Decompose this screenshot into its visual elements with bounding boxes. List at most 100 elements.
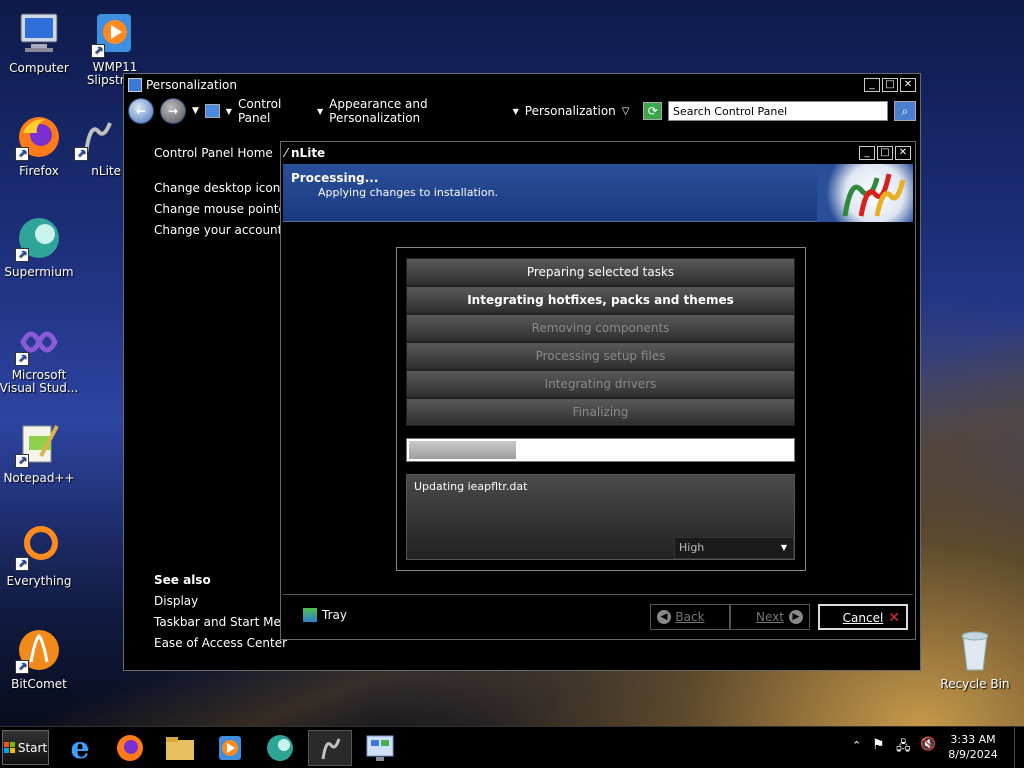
search-icon[interactable]: ⌕: [894, 101, 916, 121]
address-bar: ← → ▼ ▼ Control Panel ▼ Appearance and P…: [124, 96, 920, 126]
show-desktop-button[interactable]: [1014, 727, 1024, 768]
next-label: Next: [756, 610, 784, 624]
close-button[interactable]: ✕: [895, 146, 911, 160]
header-subtitle: Applying changes to installation.: [318, 186, 499, 199]
priority-select[interactable]: High ▼: [674, 537, 794, 559]
see-also-taskbar-link[interactable]: Taskbar and Start Menu: [154, 615, 296, 629]
taskbar-internet-explorer[interactable]: e: [58, 730, 102, 766]
next-arrow-icon: ▶: [789, 610, 803, 624]
control-panel-home-link[interactable]: Control Panel Home: [154, 146, 273, 160]
action-center-flag-icon[interactable]: ⚑: [872, 737, 885, 753]
taskbar-nlite[interactable]: [308, 730, 352, 766]
shortcut-arrow-icon: ↗: [91, 44, 105, 58]
cancel-label: Cancel: [842, 611, 884, 625]
close-icon: ✕: [888, 610, 900, 626]
desktop-icon-nlite[interactable]: ↗ nLite: [73, 113, 123, 178]
desktop-icon-supermium[interactable]: ↗ Supermium: [0, 214, 79, 279]
back-label: Back: [675, 610, 705, 624]
recent-pages-dropdown-icon[interactable]: ▼: [192, 106, 199, 116]
chevron-down-icon: ▼: [780, 543, 787, 552]
breadcrumb-control-panel[interactable]: Control Panel: [238, 97, 311, 125]
maximize-button[interactable]: □: [877, 146, 893, 160]
breadcrumb-personalization[interactable]: Personalization: [525, 104, 616, 118]
window-title: Personalization: [146, 78, 237, 92]
stage-label: Processing setup files: [535, 349, 666, 363]
desktop-icon-firefox[interactable]: ↗ Firefox: [0, 113, 79, 178]
desktop-icon-label: Recycle Bin: [940, 677, 1010, 691]
nlite-icon: [321, 738, 341, 760]
desktop-icon-label: Everything: [6, 574, 72, 588]
firefox-icon: [117, 735, 143, 761]
clock-time: 3:33 AM: [950, 733, 996, 746]
footer-divider: [283, 594, 913, 595]
taskbar-explorer[interactable]: [158, 730, 202, 766]
supermium-icon: [267, 735, 293, 761]
task-link-desktop-icons[interactable]: Change desktop icons: [154, 181, 287, 195]
desktop-icon-label: Computer: [9, 61, 69, 75]
see-also-heading: See also: [154, 573, 211, 587]
task-link-mouse-pointers[interactable]: Change mouse pointers: [154, 202, 297, 216]
breadcrumb-separator-icon[interactable]: ▼: [317, 107, 323, 116]
desktop-icon-visual-studio[interactable]: ↗ Microsoft Visual Stud...: [0, 318, 79, 395]
stage-item: Integrating drivers: [406, 370, 795, 398]
maximize-button[interactable]: □: [882, 78, 898, 92]
stage-item: Preparing selected tasks: [406, 258, 795, 286]
breadcrumb-appearance[interactable]: Appearance and Personalization: [329, 97, 506, 125]
taskbar-supermium[interactable]: [258, 730, 302, 766]
desktop-icon-bitcomet[interactable]: ↗ BitComet: [0, 626, 79, 691]
visual-studio-icon: ↗: [15, 318, 63, 366]
task-link-account-picture[interactable]: Change your account pi: [154, 223, 297, 237]
control-panel-titlebar[interactable]: Personalization _ □ ✕: [124, 74, 920, 96]
bitcomet-icon: ↗: [15, 626, 63, 674]
stage-label: Preparing selected tasks: [526, 265, 675, 279]
desktop-icon-computer[interactable]: Computer: [0, 10, 79, 75]
stage-label: Finalizing: [572, 405, 629, 419]
progress-bar: [406, 438, 795, 462]
shortcut-arrow-icon: ↗: [15, 557, 29, 571]
close-button[interactable]: ✕: [900, 78, 916, 92]
computer-icon: [15, 10, 63, 58]
clock[interactable]: 3:33 AM 8/9/2024: [944, 732, 1002, 762]
network-icon[interactable]: 🖧: [896, 737, 911, 759]
desktop-icon-notepadpp[interactable]: ↗ Notepad++: [0, 420, 79, 485]
refresh-icon[interactable]: ⟳: [643, 102, 662, 120]
notepadpp-icon: ↗: [15, 420, 63, 468]
windows-logo-icon: [3, 742, 15, 753]
shortcut-arrow-icon: ↗: [15, 248, 29, 262]
next-button[interactable]: Next ▶: [730, 604, 810, 630]
desktop-icon-recycle-bin[interactable]: Recycle Bin: [935, 626, 1015, 691]
minimize-button[interactable]: _: [864, 78, 880, 92]
search-input[interactable]: [668, 101, 888, 121]
see-also-display-link[interactable]: Display: [154, 594, 198, 608]
shortcut-arrow-icon: ↗: [15, 660, 29, 674]
forward-nav-button[interactable]: →: [160, 98, 186, 124]
breadcrumb-separator-icon[interactable]: ▼: [226, 107, 232, 116]
address-dropdown-icon[interactable]: ▽: [622, 106, 630, 117]
volume-muted-icon[interactable]: 🔇: [920, 737, 936, 752]
back-arrow-icon: ◀: [657, 610, 671, 624]
tray-download-icon: [303, 608, 317, 622]
taskbar-control-panel[interactable]: [358, 730, 402, 766]
back-button[interactable]: ◀ Back: [650, 604, 730, 630]
breadcrumb-separator-icon[interactable]: ▼: [513, 107, 519, 116]
start-button[interactable]: Start: [2, 730, 49, 765]
see-also-ease-of-access-link[interactable]: Ease of Access Center: [154, 636, 287, 650]
progress-panel: Preparing selected tasks Integrating hot…: [396, 247, 806, 571]
nlite-app-icon: ⁄: [285, 146, 288, 160]
minimize-button[interactable]: _: [859, 146, 875, 160]
cancel-button[interactable]: Cancel ✕: [818, 604, 908, 630]
tray-button[interactable]: Tray: [303, 608, 347, 622]
taskbar-firefox[interactable]: [108, 730, 152, 766]
back-nav-button[interactable]: ←: [128, 98, 154, 124]
desktop-icon-everything[interactable]: ↗ Everything: [0, 523, 79, 588]
firefox-icon: ↗: [15, 113, 63, 161]
nlite-titlebar[interactable]: ⁄ nLite _ □ ✕: [281, 142, 915, 164]
folder-icon: [166, 737, 194, 760]
taskbar-media-player[interactable]: [208, 730, 252, 766]
shortcut-arrow-icon: ↗: [15, 454, 29, 468]
show-hidden-icons-icon[interactable]: ⌃: [852, 739, 861, 752]
log-panel: Updating ieapfltr.dat High ▼: [406, 474, 795, 560]
stage-item: Removing components: [406, 314, 795, 342]
control-panel-icon: [204, 104, 220, 118]
desktop-icon-label: nLite: [91, 164, 121, 178]
